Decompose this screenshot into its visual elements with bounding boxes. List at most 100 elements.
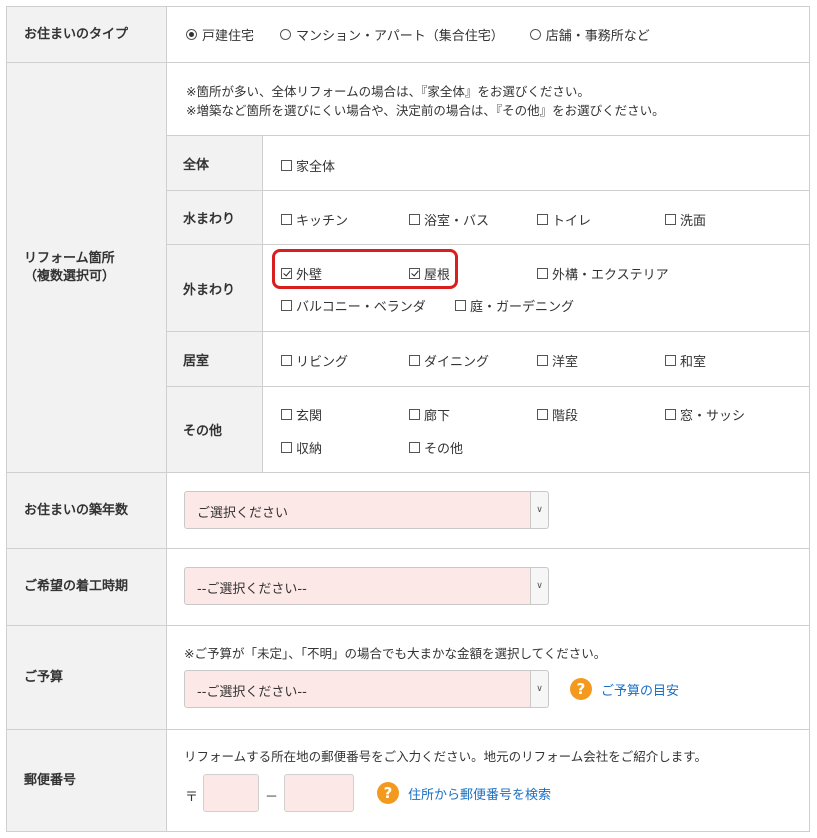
checkbox-icon[interactable]	[281, 355, 292, 366]
checkbox-window-sash[interactable]: 窓・サッシ	[665, 405, 745, 424]
question-icon[interactable]: ?	[570, 678, 592, 700]
building-age-label: お住まいの築年数	[7, 473, 167, 548]
checkbox-kitchen[interactable]: キッチン	[281, 210, 348, 229]
checkbox-icon[interactable]	[409, 409, 420, 420]
checkbox-icon[interactable]	[281, 300, 292, 311]
radio-apartment[interactable]: マンション・アパート（集合住宅）	[280, 25, 504, 44]
chevron-down-icon[interactable]: ∨	[530, 492, 548, 528]
postal-search-link[interactable]: ? 住所から郵便番号を検索	[377, 782, 551, 804]
checkbox-icon[interactable]	[409, 442, 420, 453]
checkbox-label: 窓・サッシ	[680, 409, 746, 424]
reform-location-value: ※箇所が多い、全体リフォームの場合は、『家全体』をお選びください。 ※増築など箇…	[167, 63, 809, 472]
checkbox-entrance[interactable]: 玄関	[281, 405, 322, 424]
checkbox-icon[interactable]	[665, 355, 676, 366]
checkbox-icon[interactable]	[537, 268, 548, 279]
category-label: 全体	[167, 136, 263, 190]
checkbox-icon[interactable]	[455, 300, 466, 311]
checkbox-storage[interactable]: 収納	[281, 438, 322, 457]
checkbox-icon[interactable]	[281, 214, 292, 225]
checkbox-label: 浴室・バス	[424, 214, 490, 229]
checkbox-label: ダイニング	[424, 355, 490, 370]
checkbox-label: 玄関	[296, 409, 323, 424]
checkbox-roof[interactable]: 屋根	[409, 264, 450, 283]
chevron-down-icon[interactable]: ∨	[530, 671, 548, 707]
budget-row: ご予算 ※ご予算が「未定」、「不明」の場合でも大まかな金額を選択してください。 …	[7, 626, 809, 730]
postal-code-first-input[interactable]	[203, 774, 259, 812]
checkbox-icon[interactable]	[281, 409, 292, 420]
radio-store-office[interactable]: 店舗・事務所など	[529, 25, 650, 44]
select-value: --ご選択ください--	[197, 582, 307, 597]
checkbox-checked-icon[interactable]	[281, 268, 292, 279]
radio-selected-icon[interactable]	[186, 29, 197, 40]
checkbox-washroom[interactable]: 洗面	[665, 210, 706, 229]
radio-label: 戸建住宅	[202, 29, 255, 44]
category-label: 居室	[167, 332, 263, 386]
budget-guide-link[interactable]: ? ご予算の目安	[570, 678, 679, 700]
checkbox-icon[interactable]	[409, 214, 420, 225]
checkbox-icon[interactable]	[537, 355, 548, 366]
checkbox-icon[interactable]	[665, 409, 676, 420]
checkbox-label: 洋室	[552, 355, 579, 370]
start-time-value: --ご選択ください-- ∨	[167, 549, 809, 625]
budget-value: ※ご予算が「未定」、「不明」の場合でも大まかな金額を選択してください。 --ご選…	[167, 626, 809, 729]
checkbox-icon[interactable]	[281, 160, 292, 171]
radio-unselected-icon[interactable]	[529, 29, 541, 40]
checkbox-icon[interactable]	[281, 442, 292, 453]
checkbox-living[interactable]: リビング	[281, 351, 348, 370]
checkbox-toilet[interactable]: トイレ	[537, 210, 591, 229]
checkbox-garden[interactable]: 庭・ガーデニング	[455, 296, 574, 315]
budget-label: ご予算	[7, 626, 167, 729]
checkbox-bathroom[interactable]: 浴室・バス	[409, 210, 489, 229]
category-label: その他	[167, 387, 263, 472]
checkbox-hallway[interactable]: 廊下	[409, 405, 450, 424]
checkbox-exterior-wall[interactable]: 外壁	[281, 264, 322, 283]
postal-search-link-text[interactable]: 住所から郵便番号を検索	[408, 784, 551, 803]
checkbox-icon[interactable]	[665, 214, 676, 225]
checkbox-label: バルコニー・ベランダ	[296, 300, 426, 315]
reform-location-label-line1: リフォーム箇所	[24, 250, 115, 266]
checkbox-japanese-room[interactable]: 和室	[665, 351, 706, 370]
checkbox-exterior-structure[interactable]: 外構・エクステリア	[537, 264, 669, 283]
postal-code-second-input[interactable]	[284, 774, 354, 812]
checkbox-western-room[interactable]: 洋室	[537, 351, 578, 370]
radio-unselected-icon[interactable]	[280, 29, 292, 40]
start-time-select[interactable]: --ご選択ください-- ∨	[184, 567, 549, 605]
checkbox-icon[interactable]	[537, 214, 548, 225]
checkbox-other[interactable]: その他	[409, 438, 463, 457]
category-options: キッチン 浴室・バス トイレ 洗面	[263, 191, 809, 244]
checkbox-label: リビング	[296, 355, 349, 370]
checkbox-label: 階段	[552, 409, 579, 424]
postal-code-note: リフォームする所在地の郵便番号をご入力ください。地元のリフォーム会社をご紹介しま…	[184, 749, 708, 764]
postal-code-row: 郵便番号 リフォームする所在地の郵便番号をご入力ください。地元のリフォーム会社を…	[7, 730, 809, 831]
checkbox-label: 庭・ガーデニング	[470, 300, 575, 315]
checkbox-icon[interactable]	[409, 355, 420, 366]
checkbox-checked-icon[interactable]	[409, 268, 420, 279]
category-row-whole: 全体 家全体	[167, 135, 809, 190]
checkbox-whole-house[interactable]: 家全体	[281, 156, 335, 175]
reform-note-whole-house: ※箇所が多い、全体リフォームの場合は、『家全体』をお選びください。	[186, 84, 590, 99]
budget-select[interactable]: --ご選択ください-- ∨	[184, 670, 549, 708]
checkbox-label: トイレ	[552, 214, 592, 229]
building-age-select[interactable]: ご選択ください ∨	[184, 491, 549, 529]
reform-location-row: リフォーム箇所 （複数選択可） ※箇所が多い、全体リフォームの場合は、『家全体』…	[7, 63, 809, 473]
question-icon[interactable]: ?	[377, 782, 399, 804]
checkbox-stairs[interactable]: 階段	[537, 405, 578, 424]
budget-guide-link-text[interactable]: ご予算の目安	[601, 680, 679, 699]
checkbox-label: 外壁	[296, 268, 323, 283]
checkbox-label: 屋根	[424, 268, 451, 283]
category-label: 外まわり	[167, 245, 263, 331]
start-time-label: ご希望の着工時期	[7, 549, 167, 625]
category-row-water: 水まわり キッチン 浴室・バス トイレ 洗面	[167, 190, 809, 244]
budget-note: ※ご予算が「未定」、「不明」の場合でも大まかな金額を選択してください。	[184, 646, 607, 661]
checkbox-icon[interactable]	[537, 409, 548, 420]
checkbox-balcony[interactable]: バルコニー・ベランダ	[281, 296, 426, 315]
housing-type-label: お住まいのタイプ	[7, 7, 167, 62]
postal-code-label: 郵便番号	[7, 730, 167, 831]
radio-detached-house[interactable]: 戸建住宅	[186, 25, 254, 44]
checkbox-label: 収納	[296, 442, 323, 457]
checkbox-dining[interactable]: ダイニング	[409, 351, 489, 370]
housing-type-row: お住まいのタイプ 戸建住宅 マンション・アパート（集合住宅） 店舗・事務所など	[7, 7, 809, 63]
building-age-row: お住まいの築年数 ご選択ください ∨	[7, 473, 809, 549]
housing-type-radio-group: 戸建住宅 マンション・アパート（集合住宅） 店舗・事務所など	[186, 25, 676, 44]
chevron-down-icon[interactable]: ∨	[530, 568, 548, 604]
